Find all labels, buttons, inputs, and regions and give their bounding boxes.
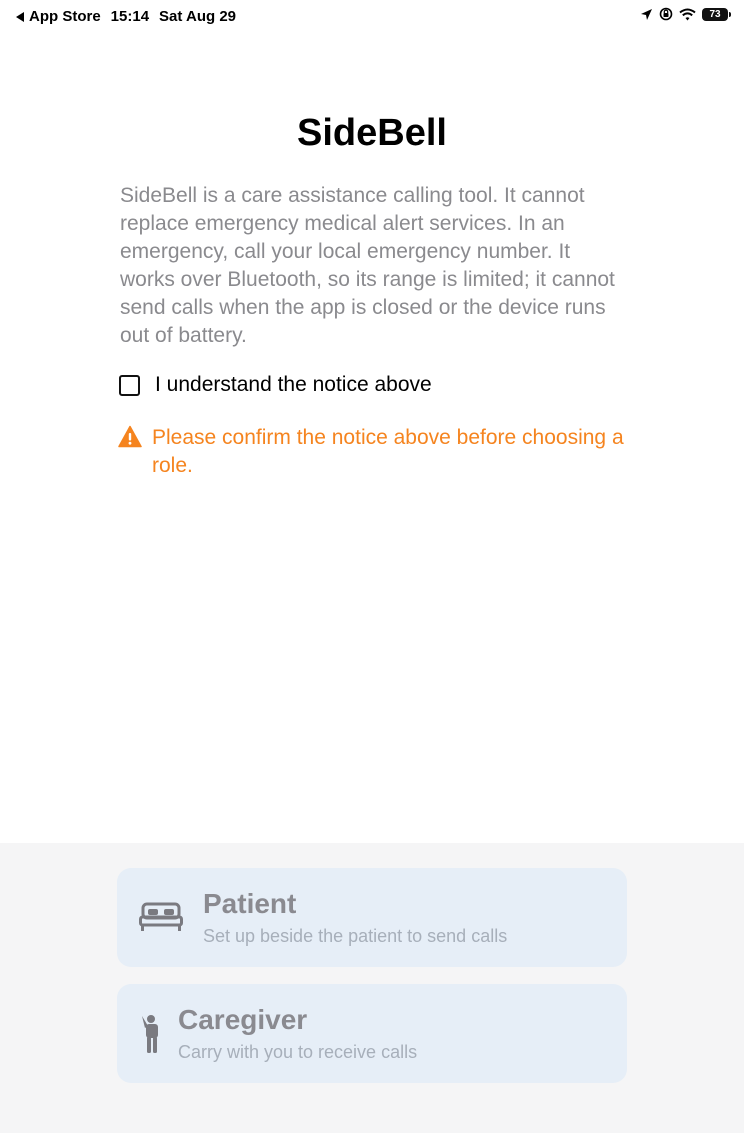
bed-icon — [139, 902, 183, 931]
understand-checkbox-label[interactable]: I understand the notice above — [155, 373, 432, 397]
orientation-lock-icon — [659, 7, 673, 21]
status-time: 15:14 — [110, 8, 150, 25]
caregiver-role-subtitle: Carry with you to receive calls — [178, 1042, 418, 1062]
patient-role-text: Patient Set up beside the patient to sen… — [203, 888, 507, 947]
status-bar: App Store 15:14 Sat Aug 29 73 — [0, 0, 744, 32]
location-arrow-icon — [641, 8, 652, 20]
caregiver-role-title: Caregiver — [178, 1004, 308, 1035]
understand-checkbox-row[interactable]: I understand the notice above — [119, 373, 432, 397]
patient-role-button[interactable]: Patient Set up beside the patient to sen… — [117, 868, 627, 967]
back-triangle-icon — [16, 11, 24, 22]
status-right: 73 — [640, 7, 731, 21]
battery-level: 73 — [709, 8, 721, 20]
app-title: SideBell — [297, 112, 447, 154]
caregiver-role-text: Caregiver Carry with you to receive call… — [178, 1004, 417, 1063]
back-to-app-store[interactable]: App Store — [16, 8, 101, 25]
person-waving-icon — [142, 1015, 158, 1053]
patient-role-title: Patient — [203, 888, 297, 919]
warning-text: Please confirm the notice above before c… — [152, 426, 624, 477]
wifi-icon — [679, 8, 696, 20]
back-label: App Store — [29, 8, 101, 25]
battery-icon: 73 — [702, 7, 731, 21]
understand-checkbox[interactable] — [119, 374, 140, 396]
warning-message: Please confirm the notice above before c… — [118, 424, 628, 480]
status-date: Sat Aug 29 — [159, 8, 237, 25]
warning-triangle-icon — [118, 425, 142, 448]
notice-text: SideBell is a care assistance calling to… — [120, 184, 615, 347]
status-left: App Store 15:14 Sat Aug 29 — [16, 8, 236, 25]
caregiver-role-button[interactable]: Caregiver Carry with you to receive call… — [117, 984, 627, 1083]
patient-role-subtitle: Set up beside the patient to send calls — [203, 926, 508, 946]
